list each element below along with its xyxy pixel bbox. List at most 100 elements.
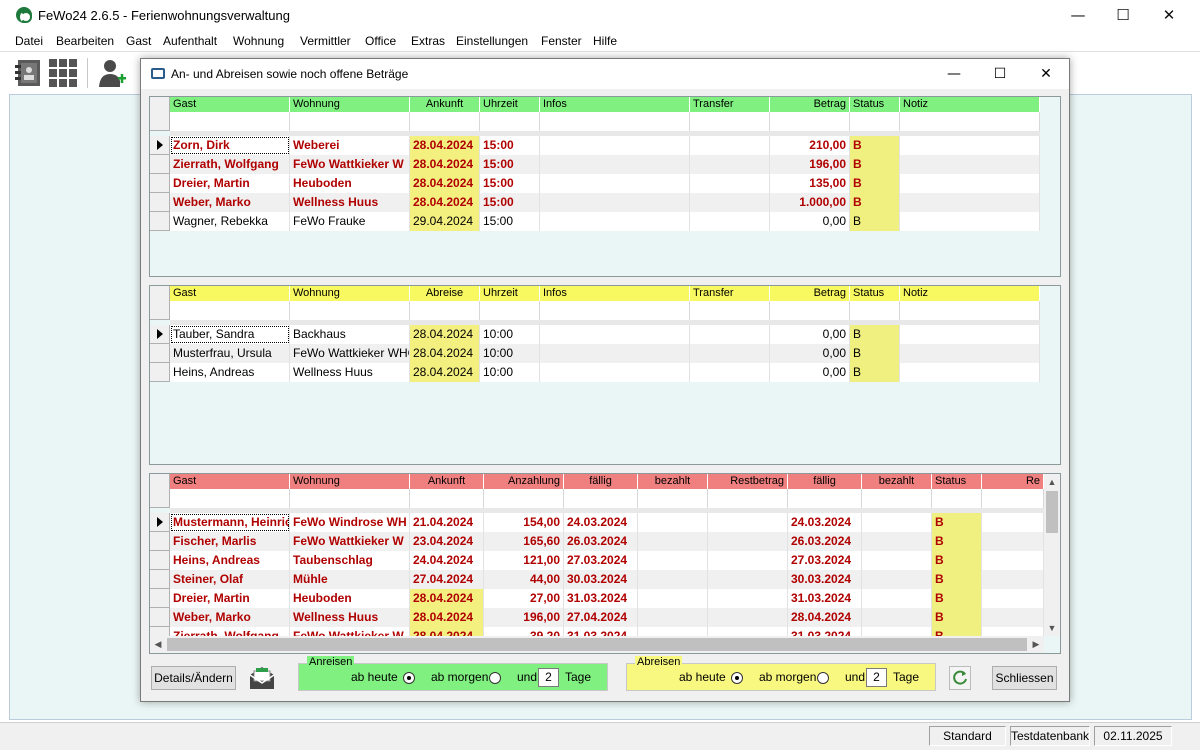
status-cell[interactable]: B bbox=[932, 570, 982, 589]
column-header-5[interactable]: Transfer bbox=[690, 286, 770, 301]
filter-cell-7[interactable] bbox=[788, 489, 862, 508]
column-header-8[interactable]: bezahlt bbox=[862, 474, 932, 489]
time-cell[interactable]: 15:00 bbox=[480, 136, 540, 155]
filter-cell-4[interactable] bbox=[540, 301, 690, 320]
ankunft-date-cell[interactable]: 28.04.2024 bbox=[410, 136, 480, 155]
column-header-5[interactable]: bezahlt bbox=[638, 474, 708, 489]
deposit-due-cell[interactable]: 27.04.2024 bbox=[564, 608, 638, 627]
column-header-0[interactable]: Gast bbox=[170, 286, 290, 301]
arrival-date-cell[interactable]: 23.04.2024 bbox=[410, 532, 484, 551]
add-guest-icon[interactable] bbox=[96, 57, 128, 89]
time-cell[interactable]: 10:00 bbox=[480, 325, 540, 344]
deposit-due-cell[interactable]: 31.03.2024 bbox=[564, 589, 638, 608]
column-header-6[interactable]: Restbetrag bbox=[708, 474, 788, 489]
apartment-cell[interactable]: Wellness Huus bbox=[290, 608, 410, 627]
status-cell[interactable]: B bbox=[850, 344, 900, 363]
re-cell[interactable] bbox=[982, 513, 1044, 532]
filter-cell-8[interactable] bbox=[862, 489, 932, 508]
ankunft-date-cell[interactable]: 28.04.2024 bbox=[410, 193, 480, 212]
status-cell[interactable]: B bbox=[932, 589, 982, 608]
column-header-10[interactable]: Re bbox=[982, 474, 1044, 489]
abreise-date-cell[interactable]: 28.04.2024 bbox=[410, 325, 480, 344]
amount-cell[interactable]: 0,00 bbox=[770, 325, 850, 344]
departures-from-today-radio[interactable] bbox=[731, 672, 743, 684]
amount-cell[interactable]: 0,00 bbox=[770, 344, 850, 363]
row-indicator[interactable] bbox=[150, 212, 170, 231]
filter-cell-1[interactable] bbox=[290, 301, 410, 320]
filter-cell-4[interactable] bbox=[540, 112, 690, 131]
column-header-2[interactable]: Ankunft bbox=[410, 474, 484, 489]
remaining-cell[interactable] bbox=[708, 513, 788, 532]
filter-cell-2[interactable] bbox=[410, 489, 484, 508]
guest-cell[interactable]: Mustermann, Heinric bbox=[170, 513, 290, 532]
guest-cell[interactable]: Weber, Marko bbox=[170, 608, 290, 627]
column-header-0[interactable]: Gast bbox=[170, 97, 290, 112]
deposit-cell[interactable]: 121,00 bbox=[484, 551, 564, 570]
guest-cell[interactable]: Heins, Andreas bbox=[170, 551, 290, 570]
row-indicator[interactable] bbox=[150, 608, 170, 627]
row-indicator[interactable] bbox=[150, 136, 170, 155]
time-cell[interactable]: 15:00 bbox=[480, 174, 540, 193]
apartment-cell[interactable]: FeWo Wattkieker W bbox=[290, 532, 410, 551]
row-indicator[interactable] bbox=[150, 174, 170, 193]
status-cell[interactable]: B bbox=[932, 551, 982, 570]
filter-cell-3[interactable] bbox=[484, 489, 564, 508]
infos-cell[interactable] bbox=[540, 193, 690, 212]
column-header-3[interactable]: Uhrzeit bbox=[480, 286, 540, 301]
time-cell[interactable]: 15:00 bbox=[480, 212, 540, 231]
deposit-due-cell[interactable]: 27.03.2024 bbox=[564, 551, 638, 570]
departures-days-input[interactable]: 2 bbox=[866, 668, 887, 687]
status-cell[interactable]: B bbox=[850, 363, 900, 382]
column-header-4[interactable]: Infos bbox=[540, 97, 690, 112]
filter-cell-9[interactable] bbox=[932, 489, 982, 508]
filter-cell-7[interactable] bbox=[850, 112, 900, 131]
apartment-cell[interactable]: Wellness Huus bbox=[290, 363, 410, 382]
row-indicator[interactable] bbox=[150, 513, 170, 532]
filter-cell-4[interactable] bbox=[564, 489, 638, 508]
menu-office[interactable]: Office bbox=[365, 34, 396, 48]
re-cell[interactable] bbox=[982, 532, 1044, 551]
note-cell[interactable] bbox=[900, 193, 1040, 212]
arrivals-from-tomorrow-radio[interactable] bbox=[489, 672, 501, 684]
horizontal-scroll-thumb[interactable] bbox=[167, 638, 1027, 651]
re-cell[interactable] bbox=[982, 570, 1044, 589]
infos-cell[interactable] bbox=[540, 325, 690, 344]
menu-gast[interactable]: Gast bbox=[126, 34, 151, 48]
status-cell[interactable]: B bbox=[850, 174, 900, 193]
filter-cell-7[interactable] bbox=[850, 301, 900, 320]
filter-cell-6[interactable] bbox=[770, 301, 850, 320]
ankunft-date-cell[interactable]: 28.04.2024 bbox=[410, 174, 480, 193]
scroll-down-icon[interactable]: ▼ bbox=[1044, 620, 1060, 636]
filter-cell-10[interactable] bbox=[982, 489, 1044, 508]
row-indicator[interactable] bbox=[150, 532, 170, 551]
guest-cell[interactable]: Musterfrau, Ursula bbox=[170, 344, 290, 363]
column-header-4[interactable]: Infos bbox=[540, 286, 690, 301]
menu-fenster[interactable]: Fenster bbox=[541, 34, 582, 48]
infos-cell[interactable] bbox=[540, 344, 690, 363]
filter-cell-5[interactable] bbox=[690, 112, 770, 131]
dialog-minimize-button[interactable]: — bbox=[931, 59, 977, 89]
column-header-3[interactable]: Anzahlung bbox=[484, 474, 564, 489]
guest-cell[interactable]: Heins, Andreas bbox=[170, 363, 290, 382]
status-cell[interactable]: B bbox=[932, 532, 982, 551]
guest-cell[interactable]: Steiner, Olaf bbox=[170, 570, 290, 589]
row-indicator[interactable] bbox=[150, 325, 170, 344]
deposit-cell[interactable]: 165,60 bbox=[484, 532, 564, 551]
transfer-cell[interactable] bbox=[690, 174, 770, 193]
filter-cell-6[interactable] bbox=[708, 489, 788, 508]
apartment-cell[interactable]: FeWo Wattkieker WHG bbox=[290, 344, 410, 363]
remaining-paid-cell[interactable] bbox=[862, 589, 932, 608]
deposit-due-cell[interactable]: 24.03.2024 bbox=[564, 513, 638, 532]
column-header-5[interactable]: Transfer bbox=[690, 97, 770, 112]
apartment-cell[interactable]: FeWo Windrose WH bbox=[290, 513, 410, 532]
scroll-right-icon[interactable]: ▶ bbox=[1028, 636, 1044, 652]
filter-cell-3[interactable] bbox=[480, 301, 540, 320]
note-cell[interactable] bbox=[900, 363, 1040, 382]
row-indicator[interactable] bbox=[150, 570, 170, 589]
time-cell[interactable]: 15:00 bbox=[480, 155, 540, 174]
note-cell[interactable] bbox=[900, 325, 1040, 344]
apartment-cell[interactable]: Taubenschlag bbox=[290, 551, 410, 570]
guest-cell[interactable]: Fischer, Marlis bbox=[170, 532, 290, 551]
remaining-cell[interactable] bbox=[708, 532, 788, 551]
arrivals-from-today-radio[interactable] bbox=[403, 672, 415, 684]
